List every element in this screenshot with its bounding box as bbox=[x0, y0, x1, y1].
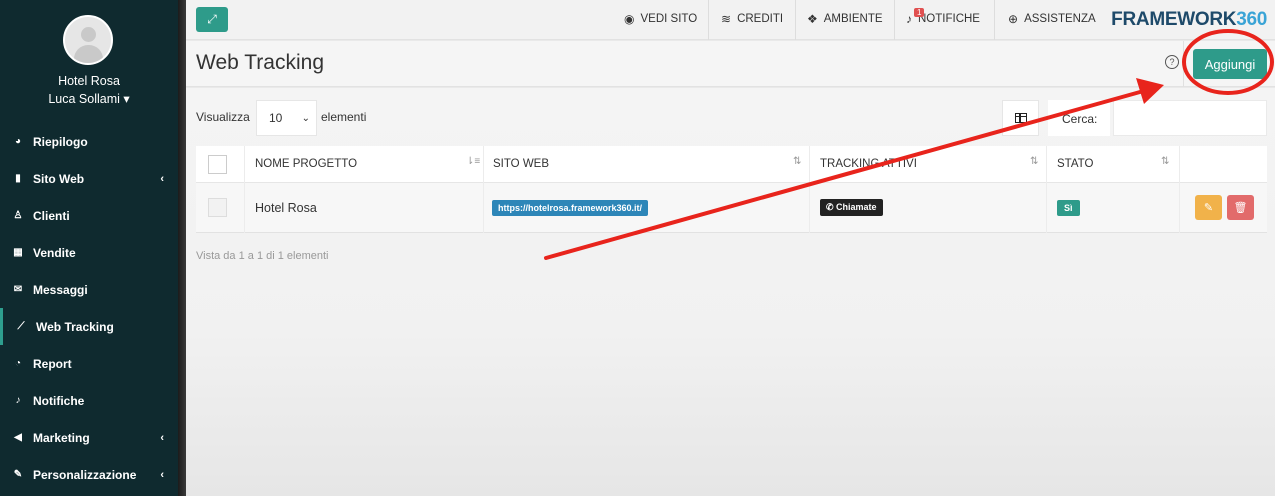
assistenza-label: ASSISTENZA bbox=[1024, 13, 1096, 25]
sort-icon[interactable]: ⇅ bbox=[1161, 156, 1169, 167]
column-header-tracking-attivi[interactable]: TRACKING ATTIVI bbox=[820, 158, 917, 170]
sidebar-item-label: Sito Web bbox=[33, 171, 85, 186]
sidebar-item-notifiche[interactable]: ♪ Notifiche bbox=[0, 382, 178, 419]
select-all-checkbox[interactable] bbox=[208, 154, 227, 174]
coins-icon: ≋ bbox=[721, 12, 732, 26]
sidebar-nav: ◕ Riepilogo ▮ Sito Web ‹ ♙ Clienti ▦ Ven… bbox=[0, 123, 178, 493]
dashboard-icon: ◕ bbox=[14, 136, 22, 147]
crediti-label: CREDITI bbox=[737, 13, 784, 25]
sidebar-item-label: Personalizzazione bbox=[33, 467, 137, 482]
data-table: NOME PROGETTO ⇂≡ SITO WEB ⇅ TRACKING ATT… bbox=[196, 146, 1267, 233]
search-input[interactable] bbox=[1113, 100, 1267, 136]
main-content: Visualizza 10 ⌄ elementi Cerca: NOME PRO… bbox=[186, 88, 1275, 496]
columns-icon bbox=[1014, 113, 1027, 123]
chevron-left-icon: ‹ bbox=[160, 172, 164, 185]
user-menu[interactable]: Luca Sollami ▾ bbox=[0, 91, 178, 106]
lifebuoy-icon: ⊕ bbox=[1008, 12, 1019, 26]
person-icon: ♙ bbox=[13, 210, 23, 221]
avatar[interactable] bbox=[63, 15, 113, 65]
page-header: Web Tracking ? Aggiungi bbox=[186, 41, 1275, 87]
trash-icon: 🗑 bbox=[1233, 202, 1248, 214]
ambiente-link[interactable]: ❖ AMBIENTE bbox=[807, 12, 883, 26]
column-header-sito-web[interactable]: SITO WEB bbox=[493, 158, 549, 170]
help-icon[interactable]: ? bbox=[1165, 55, 1179, 69]
column-header-stato[interactable]: STATO bbox=[1057, 158, 1093, 170]
sidebar-item-label: Report bbox=[33, 356, 72, 371]
phone-icon: ✆ bbox=[826, 202, 837, 212]
sort-desc-icon[interactable]: ⇂≡ bbox=[466, 156, 480, 167]
table-header: NOME PROGETTO ⇂≡ SITO WEB ⇅ TRACKING ATT… bbox=[196, 146, 1267, 183]
sidebar-item-label: Vendite bbox=[33, 245, 76, 260]
pencil-icon: ✎ bbox=[1203, 202, 1214, 214]
megaphone-icon: ◀ bbox=[14, 432, 22, 443]
sidebar-item-sito-web[interactable]: ▮ Sito Web ‹ bbox=[0, 160, 178, 197]
page-length-select[interactable]: 10 ⌄ bbox=[256, 100, 317, 136]
table-row[interactable]: Hotel Rosa https://hotelrosa.framework36… bbox=[196, 183, 1267, 233]
row-checkbox[interactable] bbox=[208, 198, 227, 217]
sidebar-item-vendite[interactable]: ▦ Vendite bbox=[0, 234, 178, 271]
cubes-icon: ❖ bbox=[807, 12, 818, 26]
chart-line-icon: ⟋ bbox=[17, 321, 25, 332]
page-title: Web Tracking bbox=[196, 51, 324, 74]
sidebar-item-label: Notifiche bbox=[33, 393, 85, 408]
sort-icon[interactable]: ⇅ bbox=[1030, 156, 1038, 167]
sort-icon[interactable]: ⇅ bbox=[793, 156, 801, 167]
crediti-link[interactable]: ≋ CREDITI bbox=[721, 12, 783, 26]
expand-button[interactable]: ⤢ bbox=[196, 7, 228, 32]
sidebar-item-report[interactable]: ◔ Report bbox=[0, 345, 178, 382]
table-info: Vista da 1 a 1 di 1 elementi bbox=[196, 250, 329, 262]
status-badge: Sì bbox=[1057, 199, 1080, 216]
brush-icon: ✎ bbox=[13, 469, 23, 480]
brand-logo[interactable]: FRAMEWORK360 bbox=[1111, 9, 1267, 31]
project-name: Hotel Rosa bbox=[255, 200, 317, 215]
sidebar-item-marketing[interactable]: ◀ Marketing ‹ bbox=[0, 419, 178, 456]
ambiente-label: AMBIENTE bbox=[823, 13, 883, 25]
tracking-badge: ✆ Chiamate bbox=[820, 199, 883, 216]
delete-button[interactable]: 🗑 bbox=[1227, 195, 1254, 220]
vedi-sito-label: VEDI SITO bbox=[640, 13, 698, 25]
bell-icon: ♪ bbox=[15, 395, 21, 406]
envelope-icon: ✉ bbox=[13, 284, 23, 295]
sidebar-item-label: Marketing bbox=[33, 430, 90, 445]
sidebar-item-riepilogo[interactable]: ◕ Riepilogo bbox=[0, 123, 178, 160]
notification-count-badge: 1 bbox=[914, 8, 925, 17]
sidebar-item-label: Riepilogo bbox=[33, 134, 88, 149]
calculator-icon: ▦ bbox=[13, 247, 23, 258]
column-visibility-button[interactable] bbox=[1002, 100, 1039, 136]
sidebar-item-label: Clienti bbox=[33, 208, 70, 223]
topbar: ⤢ ◉ VEDI SITO ≋ CREDITI ❖ AMBIENTE ♪ 1 NO… bbox=[186, 0, 1275, 40]
page-length-suffix: elementi bbox=[321, 110, 367, 124]
sidebar-divider bbox=[178, 0, 186, 496]
chevron-left-icon: ‹ bbox=[160, 468, 164, 481]
page-length-label: Visualizza bbox=[196, 110, 250, 124]
chevron-left-icon: ‹ bbox=[160, 431, 164, 444]
column-header-nome-progetto[interactable]: NOME PROGETTO bbox=[255, 158, 357, 170]
edit-button[interactable]: ✎ bbox=[1195, 195, 1222, 220]
sidebar-item-label: Messaggi bbox=[33, 282, 88, 297]
file-icon: ▮ bbox=[15, 173, 21, 184]
notifiche-label: NOTIFICHE bbox=[918, 13, 980, 25]
site-link-badge[interactable]: https://hotelrosa.framework360.it/ bbox=[492, 199, 649, 216]
notifiche-link[interactable]: ♪ 1 NOTIFICHE bbox=[906, 8, 980, 26]
sidebar: Hotel Rosa Luca Sollami ▾ ◕ Riepilogo ▮ … bbox=[0, 0, 178, 496]
assistenza-link[interactable]: ⊕ ASSISTENZA bbox=[1008, 12, 1096, 26]
expand-icon: ⤢ bbox=[207, 12, 217, 26]
search-label: Cerca: bbox=[1048, 100, 1110, 136]
sidebar-item-label: Web Tracking bbox=[36, 319, 114, 334]
sidebar-item-web-tracking[interactable]: ⟋ Web Tracking bbox=[0, 308, 178, 345]
pie-chart-icon: ◔ bbox=[14, 358, 22, 369]
sidebar-item-messaggi[interactable]: ✉ Messaggi bbox=[0, 271, 178, 308]
chevron-down-icon: ⌄ bbox=[301, 112, 310, 124]
sidebar-item-clienti[interactable]: ♙ Clienti bbox=[0, 197, 178, 234]
vedi-sito-link[interactable]: ◉ VEDI SITO bbox=[624, 12, 697, 26]
eye-icon: ◉ bbox=[624, 12, 635, 26]
hotel-name: Hotel Rosa bbox=[58, 74, 120, 88]
bell-icon: ♪ 1 bbox=[906, 8, 925, 26]
sidebar-item-personalizzazione[interactable]: ✎ Personalizzazione ‹ bbox=[0, 456, 178, 493]
add-button[interactable]: Aggiungi bbox=[1193, 49, 1267, 79]
